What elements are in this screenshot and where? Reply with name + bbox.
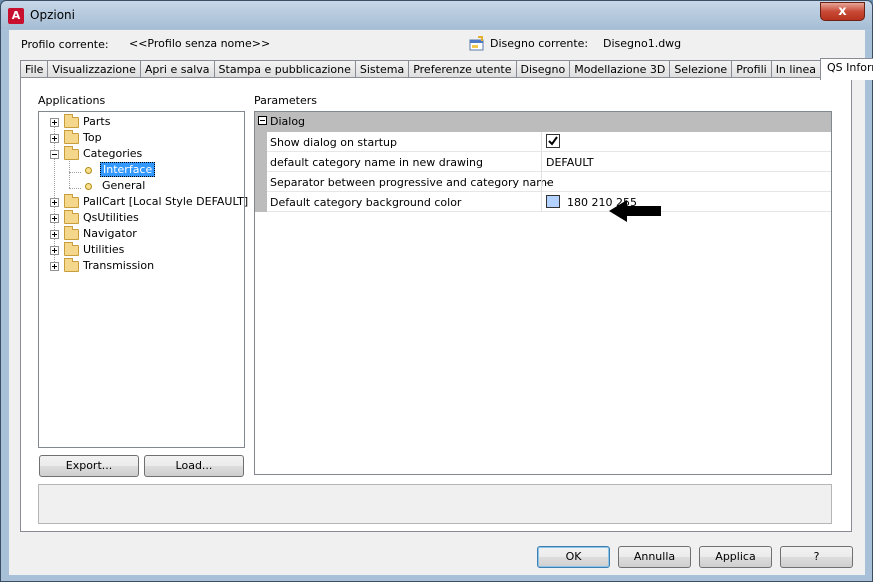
param-name: default category name in new drawing xyxy=(270,156,484,169)
dialog-client-area: Profilo corrente: <<Profilo senza nome>>… xyxy=(9,30,873,575)
applications-tree[interactable]: Parts Top Categories Interface General P… xyxy=(38,111,248,448)
expand-icon[interactable] xyxy=(50,246,59,255)
tab-qs-informatica[interactable]: QS Informatica xyxy=(820,58,873,80)
left-arrow-icon xyxy=(609,200,661,222)
tree-item-transmission[interactable]: Transmission xyxy=(39,258,244,274)
tree-item-pallcart[interactable]: PallCart [Local Style DEFAULT] xyxy=(39,194,248,210)
applications-label: Applications xyxy=(38,94,106,107)
folder-icon xyxy=(64,226,79,240)
checkmark-icon xyxy=(548,136,558,146)
tree-item-top[interactable]: Top xyxy=(39,130,244,146)
folder-icon xyxy=(64,242,79,256)
collapse-icon[interactable] xyxy=(50,150,59,159)
grid-group-header[interactable]: Dialog xyxy=(255,112,831,132)
tree-item-interface[interactable]: Interface xyxy=(39,162,244,178)
tree-item-label: Utilities xyxy=(83,243,125,256)
param-row-category-name[interactable]: default category name in new drawing DEF… xyxy=(255,152,831,172)
tree-item-label: Navigator xyxy=(83,227,137,240)
drawing-icon xyxy=(469,36,484,51)
expand-icon[interactable] xyxy=(50,262,59,271)
expand-icon[interactable] xyxy=(50,198,59,207)
param-row-separator[interactable]: Separator between progressive and catego… xyxy=(255,172,831,192)
row-gutter xyxy=(255,192,267,212)
show-dialog-checkbox[interactable] xyxy=(546,134,560,148)
folder-icon xyxy=(64,194,79,208)
expand-icon[interactable] xyxy=(50,118,59,127)
ok-button[interactable]: OK xyxy=(537,546,610,568)
item-bullet-icon xyxy=(85,167,92,174)
param-row-background-color[interactable]: Default category background color 180 21… xyxy=(255,192,831,212)
tree-item-categories[interactable]: Categories xyxy=(39,146,244,162)
apply-button[interactable]: Applica xyxy=(699,546,772,568)
current-profile-value: <<Profilo senza nome>> xyxy=(129,37,271,50)
item-bullet-icon xyxy=(85,183,92,190)
folder-icon xyxy=(64,258,79,272)
current-drawing-label: Disegno corrente: xyxy=(490,37,589,50)
column-divider[interactable] xyxy=(541,192,542,212)
tree-item-label: Transmission xyxy=(83,259,155,272)
tree-item-utilities[interactable]: Utilities xyxy=(39,242,244,258)
description-area xyxy=(38,484,832,524)
folder-icon xyxy=(64,146,79,160)
param-row-show-dialog[interactable]: Show dialog on startup xyxy=(255,132,831,152)
group-title: Dialog xyxy=(270,115,306,128)
tree-item-label: Categories xyxy=(83,147,143,160)
tree-item-label: Top xyxy=(83,131,102,144)
row-gutter xyxy=(255,132,267,152)
autocad-app-icon[interactable]: A xyxy=(8,8,24,24)
tree-item-qsutilities[interactable]: QsUtilities xyxy=(39,210,244,226)
tree-item-label: General xyxy=(102,179,146,192)
export-button[interactable]: Export... xyxy=(39,455,139,477)
param-name: Default category background color xyxy=(270,196,462,209)
expand-icon[interactable] xyxy=(50,134,59,143)
expand-icon[interactable] xyxy=(50,230,59,239)
param-name: Show dialog on startup xyxy=(270,136,397,149)
expand-icon[interactable] xyxy=(50,214,59,223)
folder-icon xyxy=(64,114,79,128)
current-drawing-value: Disegno1.dwg xyxy=(603,37,682,50)
param-value[interactable]: - xyxy=(546,176,550,189)
param-value[interactable]: DEFAULT xyxy=(546,156,594,169)
tree-item-parts[interactable]: Parts xyxy=(39,114,244,130)
window-title: Opzioni xyxy=(30,8,75,22)
folder-icon xyxy=(64,210,79,224)
tree-item-label: Parts xyxy=(83,115,111,128)
load-button[interactable]: Load... xyxy=(144,455,244,477)
tree-item-label: PallCart [Local Style DEFAULT] xyxy=(83,195,249,208)
cancel-button[interactable]: Annulla xyxy=(618,546,691,568)
collapse-icon[interactable] xyxy=(258,116,267,125)
row-gutter xyxy=(255,172,267,192)
close-button[interactable]: x xyxy=(820,2,865,21)
tab-strip: File Visualizzazione Apri e salva Stampa… xyxy=(20,58,873,80)
current-profile-label: Profilo corrente: xyxy=(21,38,109,51)
parameters-grid[interactable]: Dialog Show dialog on startup default ca… xyxy=(254,111,832,475)
folder-icon xyxy=(64,130,79,144)
options-window: A Opzioni x Profilo corrente: <<Profilo … xyxy=(0,0,873,582)
param-name: Separator between progressive and catego… xyxy=(270,176,554,189)
column-divider[interactable] xyxy=(541,152,542,172)
row-gutter xyxy=(255,152,267,172)
tree-item-navigator[interactable]: Navigator xyxy=(39,226,244,242)
column-divider[interactable] xyxy=(541,132,542,152)
parameters-label: Parameters xyxy=(254,94,317,107)
color-swatch[interactable] xyxy=(546,195,560,208)
help-button[interactable]: ? xyxy=(780,546,853,568)
tree-item-label: QsUtilities xyxy=(83,211,139,224)
tree-item-label: Interface xyxy=(100,162,156,177)
tree-item-general[interactable]: General xyxy=(39,178,244,194)
column-divider[interactable] xyxy=(541,172,542,192)
title-bar[interactable]: A Opzioni x xyxy=(1,1,872,29)
tab-page-qs-informatica: Applications Parts Top Categories Interf… xyxy=(20,77,852,532)
